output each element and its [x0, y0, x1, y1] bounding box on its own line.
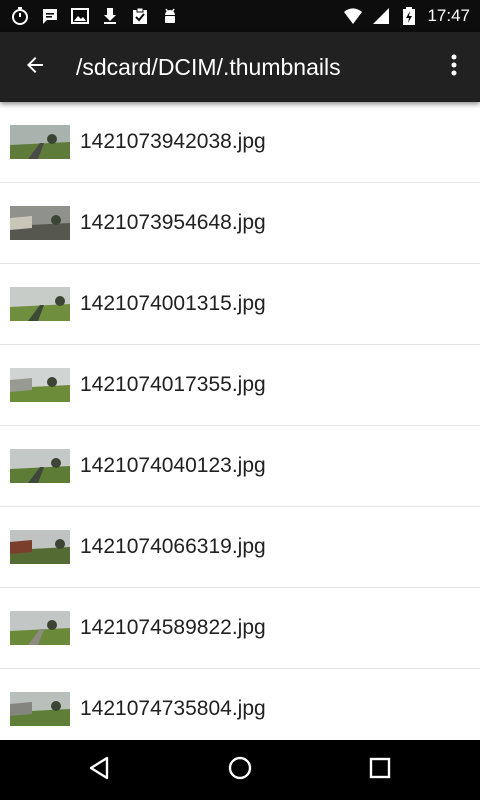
- nav-back-button[interactable]: [80, 750, 120, 790]
- file-name: 1421074735804.jpg: [80, 697, 266, 720]
- app-toolbar: /sdcard/DCIM/.thumbnails: [0, 32, 480, 102]
- file-list: 1421073942038.jpg 1421073954648.jpg 142107…: [0, 102, 480, 740]
- back-button[interactable]: [14, 47, 56, 87]
- image-icon: [70, 6, 90, 26]
- overflow-menu-button[interactable]: [440, 47, 468, 87]
- file-name: 1421073954648.jpg: [80, 211, 266, 234]
- clipboard-check-icon: [130, 6, 150, 26]
- status-bar: 17:47: [0, 0, 480, 32]
- file-name: 1421074589822.jpg: [80, 616, 266, 639]
- android-debug-icon: [160, 6, 180, 26]
- image-thumbnail: [10, 125, 70, 159]
- cell-signal-icon: [371, 6, 391, 26]
- file-name: 1421074001315.jpg: [80, 292, 266, 315]
- nav-recents-button[interactable]: [360, 750, 400, 790]
- file-list-item[interactable]: 1421073942038.jpg: [0, 102, 480, 183]
- current-path-title: /sdcard/DCIM/.thumbnails: [76, 54, 341, 80]
- file-list-item[interactable]: 1421074040123.jpg: [0, 426, 480, 507]
- stopwatch-icon: [10, 6, 30, 26]
- file-list-item[interactable]: 1421074589822.jpg: [0, 588, 480, 669]
- arrow-left-icon: [23, 53, 47, 82]
- battery-charging-icon: [399, 6, 419, 26]
- file-name: 1421074066319.jpg: [80, 535, 266, 558]
- image-thumbnail: [10, 530, 70, 564]
- chat-bubble-icon: [40, 6, 60, 26]
- file-name: 1421074017355.jpg: [80, 373, 266, 396]
- image-thumbnail: [10, 449, 70, 483]
- file-name: 1421073942038.jpg: [80, 130, 266, 153]
- file-list-item[interactable]: 1421074735804.jpg: [0, 669, 480, 740]
- file-list-item[interactable]: 1421074001315.jpg: [0, 264, 480, 345]
- more-vert-icon: [450, 53, 458, 82]
- image-thumbnail: [10, 368, 70, 402]
- file-list-item[interactable]: 1421074066319.jpg: [0, 507, 480, 588]
- system-status-icons: 17:47: [343, 0, 470, 32]
- notification-icons: [10, 0, 180, 32]
- file-list-item[interactable]: 1421073954648.jpg: [0, 183, 480, 264]
- clock-time: 17:47: [427, 6, 470, 25]
- image-thumbnail: [10, 287, 70, 321]
- file-browser-screen: 17:47 /sdcard/DCIM/.thumbnails 142107394…: [0, 0, 480, 800]
- image-thumbnail: [10, 206, 70, 240]
- recents-square-icon: [367, 755, 393, 786]
- image-thumbnail: [10, 692, 70, 726]
- image-thumbnail: [10, 611, 70, 645]
- home-circle-icon: [227, 755, 253, 786]
- back-triangle-icon: [87, 755, 113, 786]
- download-icon: [100, 6, 120, 26]
- file-list-item[interactable]: 1421074017355.jpg: [0, 345, 480, 426]
- navigation-bar: [0, 740, 480, 800]
- nav-home-button[interactable]: [220, 750, 260, 790]
- file-name: 1421074040123.jpg: [80, 454, 266, 477]
- wifi-icon: [343, 6, 363, 26]
